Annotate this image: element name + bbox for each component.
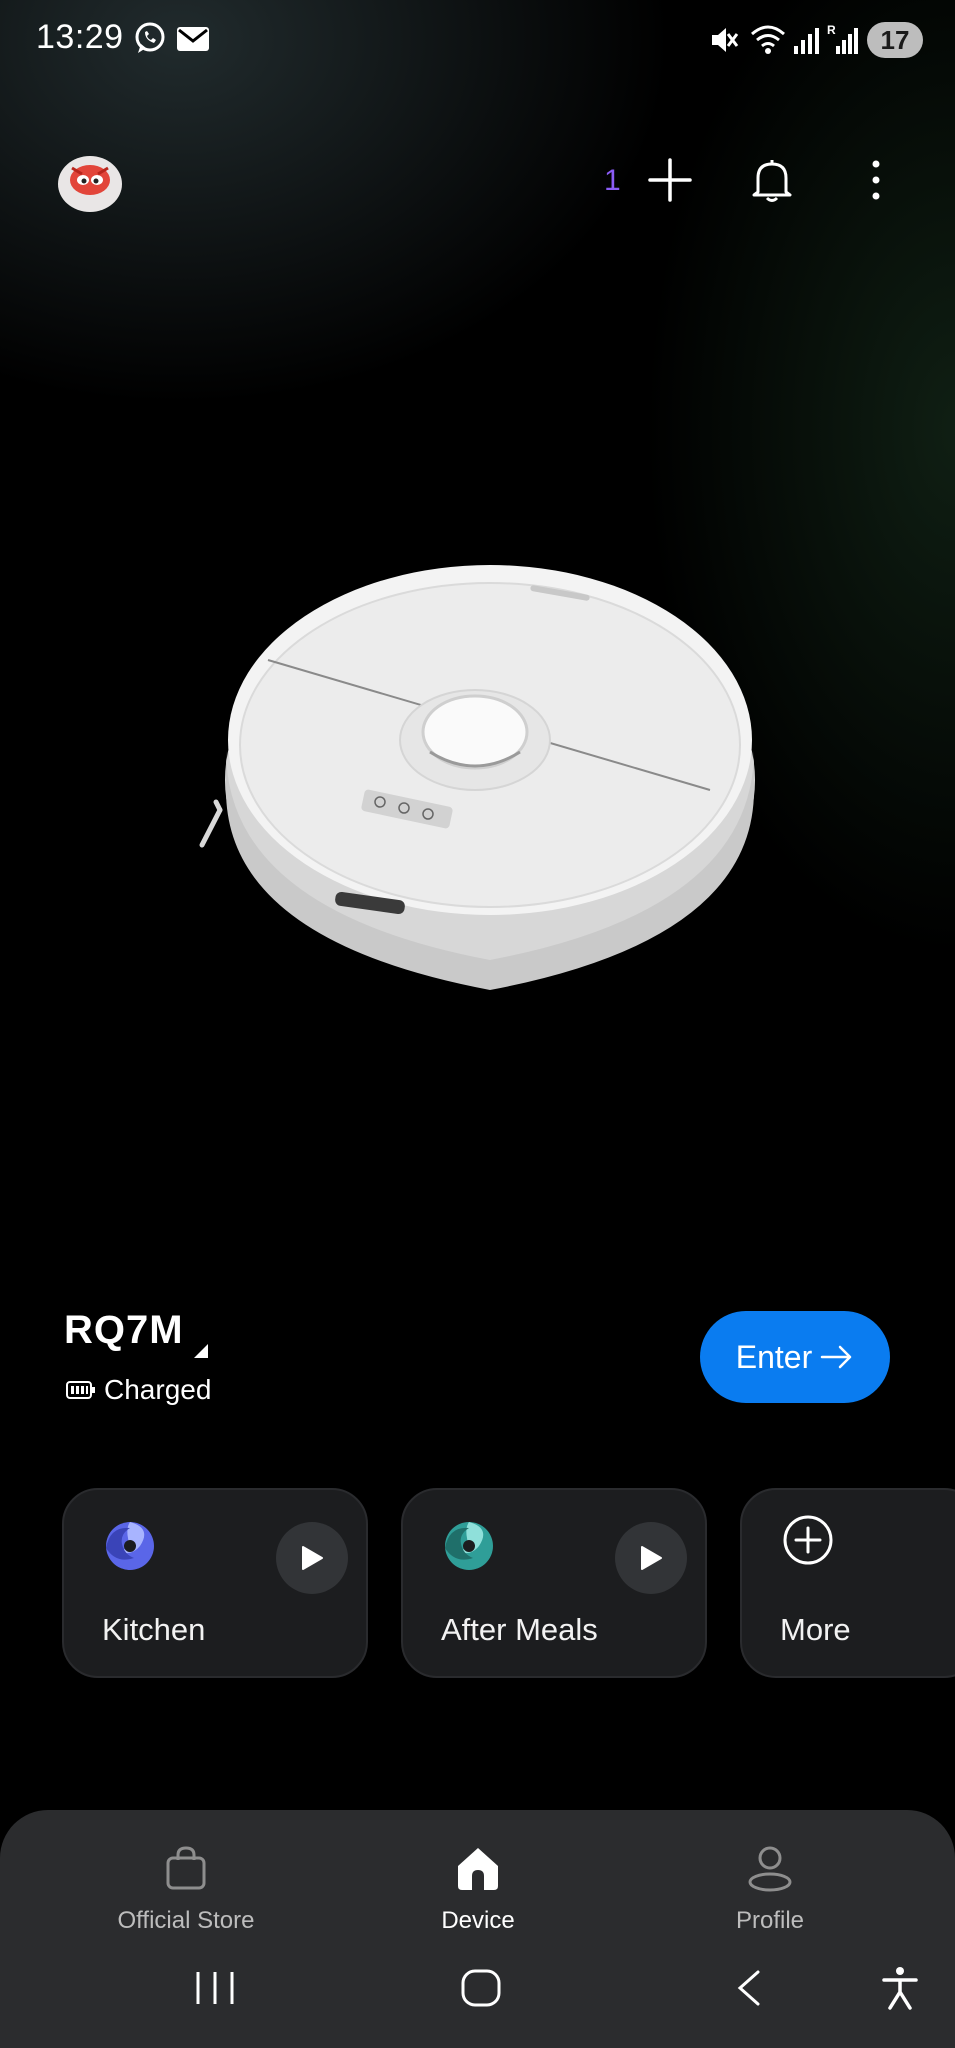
- nav-label: Official Store: [117, 1907, 255, 1934]
- device-status-label: Charged: [104, 1374, 212, 1405]
- nav-label: Device: [441, 1907, 515, 1934]
- play-button[interactable]: [615, 1522, 687, 1594]
- bell-icon[interactable]: [746, 154, 798, 206]
- device-switch-indicator[interactable]: [194, 1344, 208, 1358]
- nav-item-profile[interactable]: Profile: [670, 1844, 870, 1935]
- whatsapp-icon: [135, 22, 165, 53]
- scene-label: After Meals: [441, 1612, 598, 1647]
- more-icon[interactable]: [850, 154, 902, 206]
- home-icon: [458, 1848, 498, 1890]
- mute-icon: [712, 28, 739, 52]
- bottom-nav: Official Store Device Profile: [0, 1810, 955, 2048]
- play-icon: [302, 1546, 323, 1570]
- mail-icon: [177, 27, 209, 51]
- notification-count: 1: [604, 164, 621, 197]
- scene-swirl-icon: [106, 1522, 154, 1570]
- enter-button[interactable]: Enter: [700, 1311, 890, 1403]
- scene-label: Kitchen: [102, 1612, 206, 1647]
- wifi-icon: [751, 25, 785, 54]
- battery-icon: [66, 1381, 95, 1399]
- nav-item-device[interactable]: Device: [378, 1844, 578, 1935]
- nav-item-official-store[interactable]: Official Store: [86, 1844, 286, 1935]
- play-button[interactable]: [276, 1522, 348, 1594]
- arrow-right-icon: [820, 1345, 852, 1369]
- status-time: 13:29: [36, 18, 124, 56]
- add-icon[interactable]: [644, 154, 696, 206]
- robot-vacuum-image[interactable]: [190, 540, 770, 1000]
- back-icon[interactable]: [732, 1968, 766, 2008]
- scene-swirl-icon: [445, 1522, 493, 1570]
- home-button-icon[interactable]: [460, 1968, 502, 2008]
- scene-card-after-meals[interactable]: After Meals: [401, 1488, 707, 1678]
- status-bar: 13:29 R 17: [0, 0, 955, 84]
- device-name[interactable]: RQ7M: [64, 1308, 184, 1353]
- nav-label: Profile: [735, 1907, 805, 1934]
- play-icon: [641, 1546, 662, 1570]
- battery-level: 17: [867, 22, 923, 58]
- shopping-bag-icon: [166, 1846, 206, 1890]
- accessibility-icon[interactable]: [880, 1966, 920, 2010]
- add-circle-icon: [783, 1515, 833, 1565]
- scene-card-kitchen[interactable]: Kitchen: [62, 1488, 368, 1678]
- scene-card-more[interactable]: More: [740, 1488, 955, 1678]
- avatar[interactable]: [56, 150, 124, 214]
- person-icon: [748, 1846, 792, 1892]
- scene-label: More: [780, 1612, 851, 1647]
- svg-text:R: R: [827, 23, 836, 37]
- signal-icon: [794, 28, 819, 54]
- enter-button-label: Enter: [735, 1338, 813, 1375]
- background: [0, 0, 955, 2048]
- device-status: Charged: [66, 1374, 211, 1406]
- recent-apps-icon[interactable]: [192, 1968, 238, 2008]
- roaming-signal-icon: R: [827, 23, 858, 54]
